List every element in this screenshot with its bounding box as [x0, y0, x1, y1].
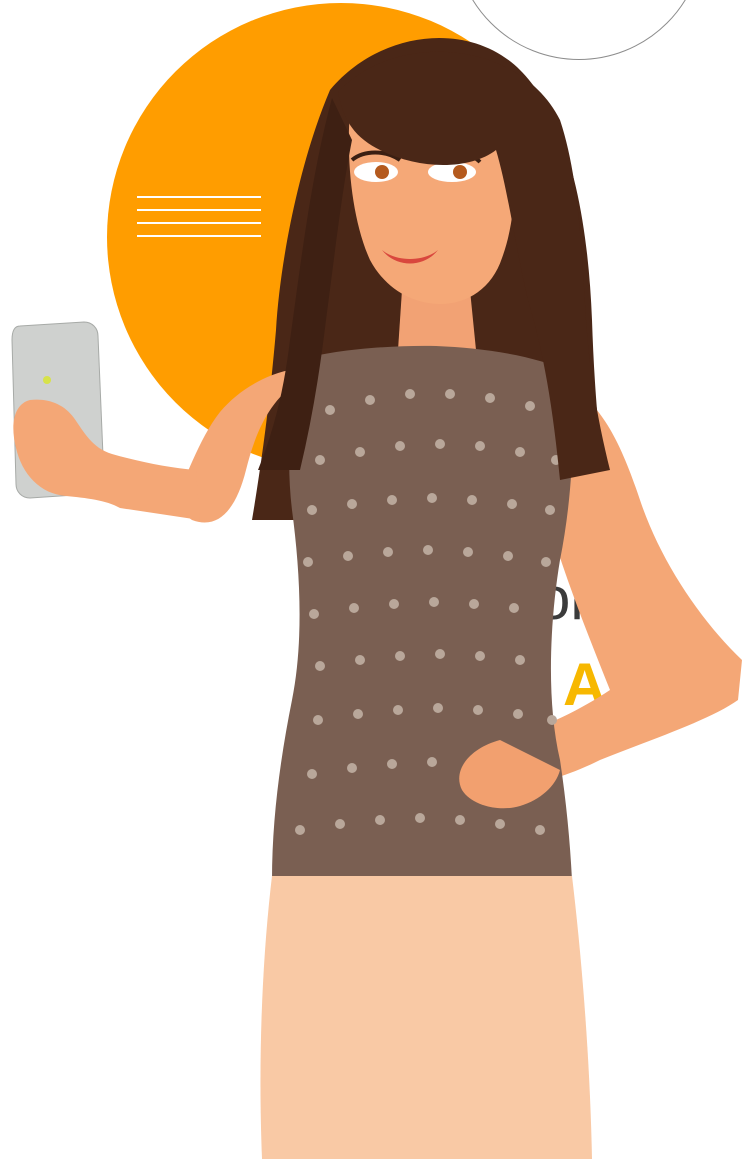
woman-holding-phone-illustration — [11, 37, 742, 1159]
skirt — [260, 876, 592, 1159]
hero-illustration-panel: hat ol App — [0, 0, 748, 1159]
hand-holding-phone — [13, 399, 201, 520]
